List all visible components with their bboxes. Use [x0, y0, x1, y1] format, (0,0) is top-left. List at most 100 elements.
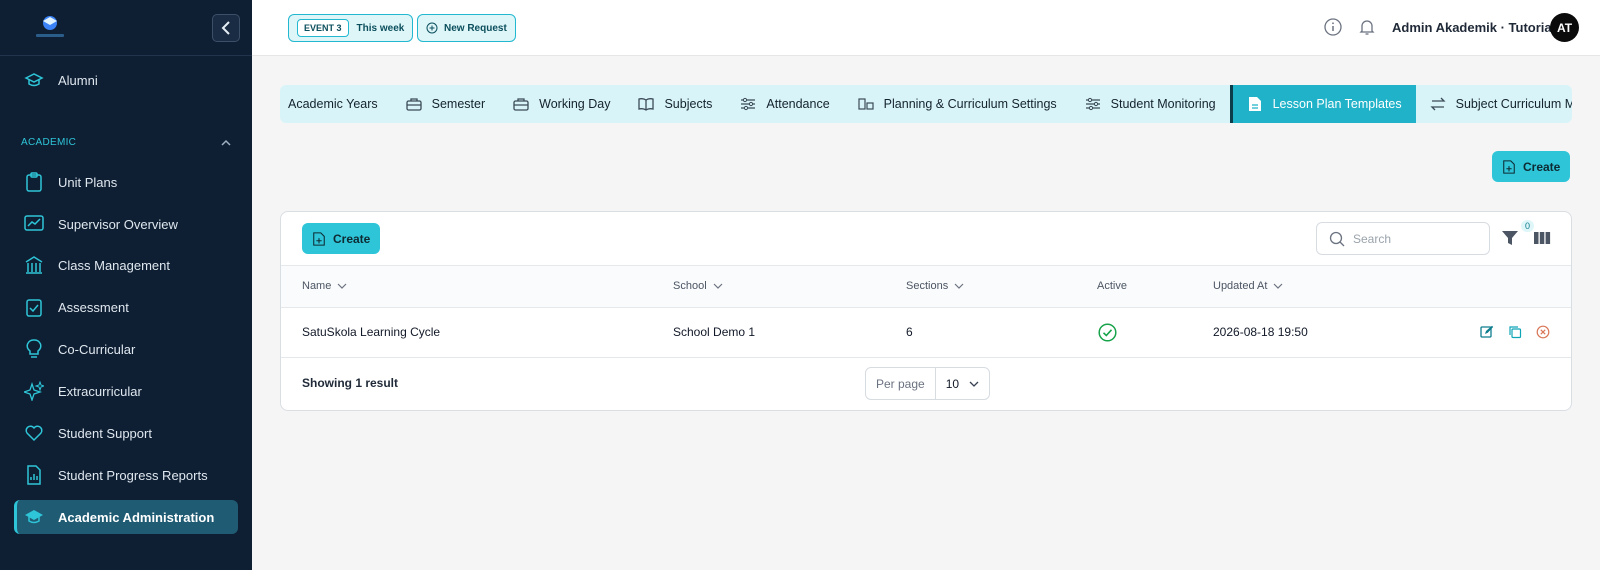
- cell-updated-at: 2026-08-18 19:50: [1213, 325, 1308, 339]
- per-page-select[interactable]: Per page 10: [865, 367, 991, 400]
- sparkles-icon: [24, 381, 44, 401]
- tab-semester[interactable]: Semester: [392, 85, 500, 123]
- check-circle-icon: [1098, 323, 1117, 345]
- sidebar-item-label: Supervisor Overview: [58, 216, 178, 232]
- heart-icon: [24, 423, 44, 443]
- event-button[interactable]: EVENT 3 This week: [288, 14, 414, 42]
- templates-card: Create Search 0 Name School Sections Act…: [280, 211, 1572, 411]
- table-create-button[interactable]: Create: [302, 223, 381, 254]
- file-plus-icon: [1503, 159, 1515, 174]
- graduation-cap-icon: [24, 507, 44, 527]
- table-row[interactable]: SatuSkola Learning Cycle School Demo 1 6…: [281, 308, 1571, 358]
- sidebar-item-co-curricular[interactable]: Co-Curricular: [14, 332, 238, 366]
- graduation-cap-icon: [24, 70, 44, 90]
- search-placeholder: Search: [1353, 231, 1392, 246]
- tab-academic-years[interactable]: Academic Years: [280, 85, 392, 123]
- swap-icon: [1430, 96, 1446, 112]
- column-school[interactable]: School: [673, 280, 723, 292]
- create-label: Create: [1523, 159, 1561, 174]
- filter-icon[interactable]: [1501, 229, 1519, 247]
- per-page-value: 10: [945, 376, 960, 391]
- lightbulb-icon: [24, 339, 44, 359]
- file-plus-icon: [313, 231, 325, 246]
- info-icon[interactable]: [1323, 17, 1343, 37]
- create-label: Create: [333, 231, 371, 246]
- report-icon: [24, 465, 44, 485]
- sliders-icon: [1085, 96, 1101, 112]
- chevron-down-icon: [954, 283, 964, 289]
- plus-circle-icon: [426, 22, 438, 34]
- column-label: School: [673, 280, 707, 292]
- sidebar-item-class-management[interactable]: Class Management: [14, 248, 238, 282]
- tab-label: Lesson Plan Templates: [1272, 97, 1402, 111]
- tab-attendance[interactable]: Attendance: [726, 85, 843, 123]
- new-request-label: New Request: [444, 22, 507, 34]
- per-page-label: Per page: [866, 368, 936, 399]
- bell-icon[interactable]: [1357, 17, 1377, 37]
- copy-icon[interactable]: [1508, 325, 1522, 339]
- top-header: EVENT 3 This week New Request Admin Akad…: [252, 0, 1600, 56]
- page-create-button[interactable]: Create: [1492, 151, 1571, 182]
- column-name[interactable]: Name: [302, 280, 347, 292]
- tab-label: Subjects: [664, 97, 713, 111]
- tab-lesson-plan-templates[interactable]: Lesson Plan Templates: [1229, 85, 1416, 123]
- sidebar-item-label: Alumni: [58, 72, 98, 88]
- sidebar-item-label: Extracurricular: [58, 383, 142, 399]
- column-label: Updated At: [1213, 280, 1268, 292]
- column-updated-at[interactable]: Updated At: [1213, 280, 1283, 292]
- search-icon: [1329, 231, 1345, 246]
- sidebar-item-label: Unit Plans: [58, 174, 118, 190]
- tab-planning-curriculum-settings[interactable]: Planning & Curriculum Settings: [844, 85, 1071, 123]
- briefcase-icon: [405, 96, 422, 112]
- avatar[interactable]: AT: [1550, 13, 1579, 42]
- sidebar-item-student-progress-reports[interactable]: Student Progress Reports: [14, 458, 238, 492]
- sidebar-item-student-support[interactable]: Student Support: [14, 416, 238, 450]
- tab-label: Subject Curriculum Mappi: [1455, 97, 1572, 111]
- tab-subjects[interactable]: Subjects: [624, 85, 726, 123]
- building-icon: [24, 255, 44, 275]
- tab-label: Attendance: [766, 97, 830, 111]
- tab-working-day[interactable]: Working Day: [499, 85, 624, 123]
- column-sections[interactable]: Sections: [906, 280, 964, 292]
- sidebar-item-label: Student Support: [58, 425, 152, 441]
- edit-icon[interactable]: [1480, 325, 1494, 339]
- delete-icon[interactable]: [1536, 325, 1550, 339]
- user-name[interactable]: Admin Akademik · Tutorial: [1392, 20, 1555, 35]
- table-header: Name School Sections Active Updated At: [281, 265, 1571, 308]
- per-page-value-wrapper[interactable]: 10: [936, 377, 989, 391]
- tab-label: Academic Years: [288, 97, 378, 111]
- file-icon: [1247, 96, 1263, 112]
- event-label: This week: [356, 22, 405, 34]
- clipboard-check-icon: [24, 297, 44, 317]
- result-count: Showing 1 result: [302, 376, 399, 390]
- cell-sections: 6: [906, 325, 913, 339]
- sidebar-item-academic-administration[interactable]: Academic Administration: [14, 500, 238, 534]
- sidebar-item-supervisor-overview[interactable]: Supervisor Overview: [14, 207, 238, 241]
- sliders-icon: [740, 96, 756, 112]
- sidebar-item-extracurricular[interactable]: Extracurricular: [14, 374, 238, 408]
- sidebar-item-label: Academic Administration: [58, 509, 215, 525]
- sidebar-collapse-button[interactable]: [212, 14, 240, 42]
- tab-subject-curriculum-mapping[interactable]: Subject Curriculum Mappi: [1416, 85, 1572, 123]
- briefcase-icon: [513, 96, 529, 112]
- sidebar-item-unit-plans[interactable]: Unit Plans: [14, 165, 238, 199]
- clipboard-icon: [24, 172, 44, 192]
- search-input[interactable]: Search: [1316, 222, 1490, 255]
- new-request-button[interactable]: New Request: [417, 14, 516, 42]
- sidebar-item-assessment[interactable]: Assessment: [14, 290, 238, 324]
- sidebar: Alumni ACADEMIC Unit Plans Supervisor Ov…: [0, 0, 252, 570]
- event-chip: EVENT 3: [297, 19, 349, 37]
- book-icon: [638, 96, 655, 112]
- tab-student-monitoring[interactable]: Student Monitoring: [1071, 85, 1230, 123]
- app-logo[interactable]: [32, 12, 68, 42]
- columns-icon[interactable]: [1533, 229, 1551, 247]
- tab-label: Planning & Curriculum Settings: [883, 97, 1057, 111]
- tab-label: Student Monitoring: [1110, 97, 1216, 111]
- sidebar-section-academic[interactable]: ACADEMIC: [21, 137, 231, 148]
- cell-school: School Demo 1: [673, 325, 756, 339]
- sidebar-item-alumni[interactable]: Alumni: [14, 63, 238, 97]
- column-label: Active: [1097, 280, 1127, 292]
- chart-icon: [24, 214, 44, 234]
- sidebar-item-label: Co-Curricular: [58, 341, 136, 357]
- sidebar-header: [0, 0, 252, 56]
